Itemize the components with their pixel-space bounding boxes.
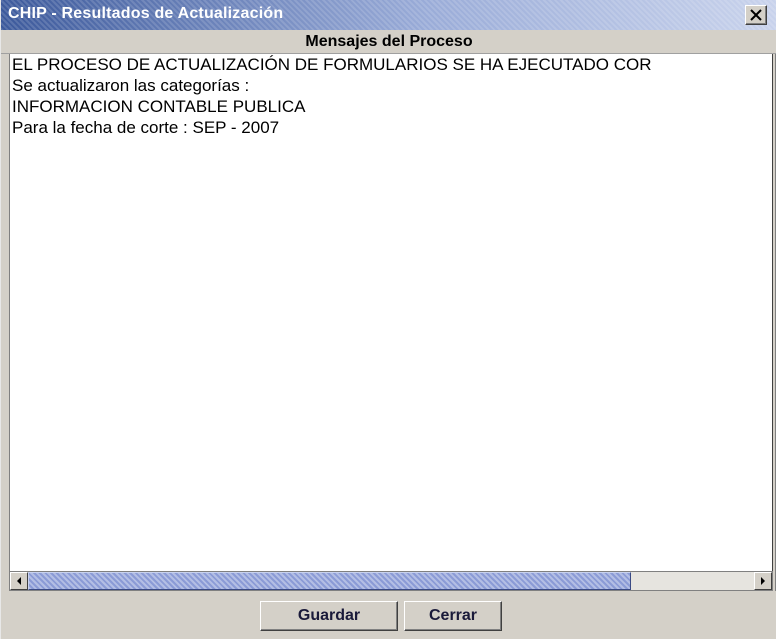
scroll-left-button[interactable] <box>10 572 28 590</box>
message-line: INFORMACION CONTABLE PUBLICA <box>12 97 306 116</box>
arrow-right-icon <box>761 577 765 585</box>
horizontal-scrollbar[interactable] <box>9 571 773 591</box>
button-bar: Guardar Cerrar <box>1 591 776 639</box>
messages-text-area[interactable]: EL PROCESO DE ACTUALIZACIÓN DE FORMULARI… <box>9 54 773 571</box>
dialog-window: CHIP - Resultados de Actualización Mensa… <box>0 0 776 639</box>
close-button[interactable]: Cerrar <box>404 601 502 631</box>
messages-header: Mensajes del Proceso <box>1 30 776 54</box>
message-line: Se actualizaron las categorías : <box>12 76 250 95</box>
window-title: CHIP - Resultados de Actualización <box>8 5 284 22</box>
message-line: EL PROCESO DE ACTUALIZACIÓN DE FORMULARI… <box>12 55 652 74</box>
scroll-thumb[interactable] <box>28 572 631 590</box>
save-button[interactable]: Guardar <box>260 601 398 631</box>
title-bar[interactable]: CHIP - Resultados de Actualización <box>1 0 776 30</box>
close-icon <box>750 9 762 21</box>
close-window-button[interactable] <box>745 5 767 25</box>
arrow-left-icon <box>17 577 21 585</box>
message-line: Para la fecha de corte : SEP - 2007 <box>12 118 280 137</box>
scroll-right-button[interactable] <box>754 572 772 590</box>
messages-header-title: Mensajes del Proceso <box>305 33 473 50</box>
